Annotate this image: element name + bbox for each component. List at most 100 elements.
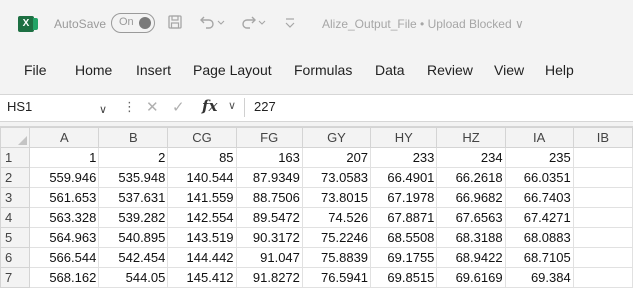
- cell[interactable]: 89.5472: [235, 207, 303, 228]
- cell[interactable]: 67.1978: [370, 187, 438, 208]
- tab-data[interactable]: Data: [375, 62, 405, 78]
- spreadsheet-grid[interactable]: A B CG FG GY HY HZ IA IB 1 1 2 85 163 20…: [0, 126, 633, 294]
- cell[interactable]: 66.9682: [436, 187, 506, 208]
- column-header[interactable]: B: [98, 127, 169, 148]
- cell[interactable]: 69.6169: [436, 267, 506, 288]
- cell[interactable]: 540.895: [98, 227, 169, 248]
- cell[interactable]: 68.7105: [504, 247, 574, 268]
- cell[interactable]: [572, 207, 633, 228]
- tab-page-layout[interactable]: Page Layout: [193, 62, 272, 78]
- redo-icon[interactable]: [240, 14, 268, 34]
- cancel-icon[interactable]: ✕: [146, 98, 159, 116]
- row-header[interactable]: 7: [0, 267, 31, 288]
- tab-home[interactable]: Home: [75, 62, 112, 78]
- row-header[interactable]: 4: [0, 207, 31, 228]
- cell[interactable]: 544.05: [98, 267, 169, 288]
- cell[interactable]: 69.8515: [370, 267, 438, 288]
- cell[interactable]: 74.526: [301, 207, 372, 228]
- cell[interactable]: 559.946: [29, 167, 100, 188]
- cell[interactable]: 73.8015: [301, 187, 372, 208]
- cell[interactable]: 539.282: [98, 207, 169, 228]
- tab-view[interactable]: View: [494, 62, 524, 78]
- cell[interactable]: 90.3172: [235, 227, 303, 248]
- cell[interactable]: [572, 147, 633, 168]
- column-header[interactable]: CG: [167, 127, 237, 148]
- cell[interactable]: [572, 247, 633, 268]
- cell[interactable]: [572, 227, 633, 248]
- column-header[interactable]: GY: [301, 127, 372, 148]
- column-header[interactable]: HY: [370, 127, 438, 148]
- cell[interactable]: 561.653: [29, 187, 100, 208]
- document-title[interactable]: Alize_Output_File • Upload Blocked ∨: [322, 17, 524, 31]
- cell[interactable]: 85: [167, 147, 237, 168]
- save-icon[interactable]: [167, 14, 183, 34]
- cell[interactable]: 68.3188: [436, 227, 506, 248]
- tab-formulas[interactable]: Formulas: [294, 62, 352, 78]
- cell[interactable]: 2: [98, 147, 169, 168]
- cell[interactable]: 75.8839: [301, 247, 372, 268]
- cell[interactable]: 143.519: [167, 227, 237, 248]
- excel-icon[interactable]: X: [18, 16, 38, 32]
- cell[interactable]: 563.328: [29, 207, 100, 228]
- cell[interactable]: 537.631: [98, 187, 169, 208]
- cell[interactable]: 145.412: [167, 267, 237, 288]
- cell[interactable]: 67.4271: [504, 207, 574, 228]
- tab-help[interactable]: Help: [545, 62, 574, 78]
- cell[interactable]: [572, 167, 633, 188]
- cell[interactable]: 144.442: [167, 247, 237, 268]
- undo-icon[interactable]: [198, 14, 226, 34]
- cell[interactable]: 566.544: [29, 247, 100, 268]
- column-header[interactable]: FG: [235, 127, 303, 148]
- insert-function-icon[interactable]: fx: [202, 97, 217, 115]
- cell[interactable]: 542.454: [98, 247, 169, 268]
- more-options-icon[interactable]: ⋮: [123, 99, 136, 115]
- row-header[interactable]: 1: [0, 147, 31, 168]
- cell[interactable]: 142.554: [167, 207, 237, 228]
- cell[interactable]: 140.544: [167, 167, 237, 188]
- cell[interactable]: 564.963: [29, 227, 100, 248]
- cell[interactable]: 67.8871: [370, 207, 438, 228]
- cell[interactable]: 68.5508: [370, 227, 438, 248]
- chevron-down-icon[interactable]: ∨: [228, 99, 236, 112]
- customize-quick-access-icon[interactable]: [284, 14, 296, 33]
- tab-review[interactable]: Review: [427, 62, 473, 78]
- chevron-down-icon[interactable]: ∨: [99, 100, 107, 120]
- cell[interactable]: [572, 267, 633, 288]
- autosave-toggle[interactable]: On: [111, 13, 155, 33]
- cell[interactable]: 568.162: [29, 267, 100, 288]
- cell[interactable]: 235: [504, 147, 574, 168]
- cell[interactable]: 68.9422: [436, 247, 506, 268]
- tab-insert[interactable]: Insert: [136, 62, 171, 78]
- cell[interactable]: 91.8272: [235, 267, 303, 288]
- cell[interactable]: 87.9349: [235, 167, 303, 188]
- cell[interactable]: 141.559: [167, 187, 237, 208]
- name-box[interactable]: HS1 ∨: [5, 97, 121, 117]
- cell[interactable]: 69.384: [504, 267, 574, 288]
- cell[interactable]: 68.0883: [504, 227, 574, 248]
- cell[interactable]: 163: [235, 147, 303, 168]
- cell[interactable]: 67.6563: [436, 207, 506, 228]
- cell[interactable]: 73.0583: [301, 167, 372, 188]
- enter-icon[interactable]: ✓: [172, 98, 185, 116]
- cell[interactable]: 234: [436, 147, 506, 168]
- row-header[interactable]: 2: [0, 167, 31, 188]
- column-header[interactable]: A: [29, 127, 100, 148]
- cell[interactable]: 66.7403: [504, 187, 574, 208]
- tab-file[interactable]: File: [24, 62, 47, 78]
- column-header[interactable]: IB: [572, 127, 633, 148]
- cell[interactable]: [572, 187, 633, 208]
- formula-input[interactable]: 227: [254, 99, 276, 114]
- cell[interactable]: 66.2618: [436, 167, 506, 188]
- cell[interactable]: 66.4901: [370, 167, 438, 188]
- cell[interactable]: 1: [29, 147, 100, 168]
- cell[interactable]: 535.948: [98, 167, 169, 188]
- cell[interactable]: 207: [301, 147, 372, 168]
- cell[interactable]: 88.7506: [235, 187, 303, 208]
- cell[interactable]: 76.5941: [301, 267, 372, 288]
- column-header[interactable]: IA: [504, 127, 574, 148]
- cell[interactable]: 75.2246: [301, 227, 372, 248]
- select-all-corner[interactable]: [0, 127, 31, 148]
- cell[interactable]: 91.047: [235, 247, 303, 268]
- row-header[interactable]: 6: [0, 247, 31, 268]
- cell[interactable]: 66.0351: [504, 167, 574, 188]
